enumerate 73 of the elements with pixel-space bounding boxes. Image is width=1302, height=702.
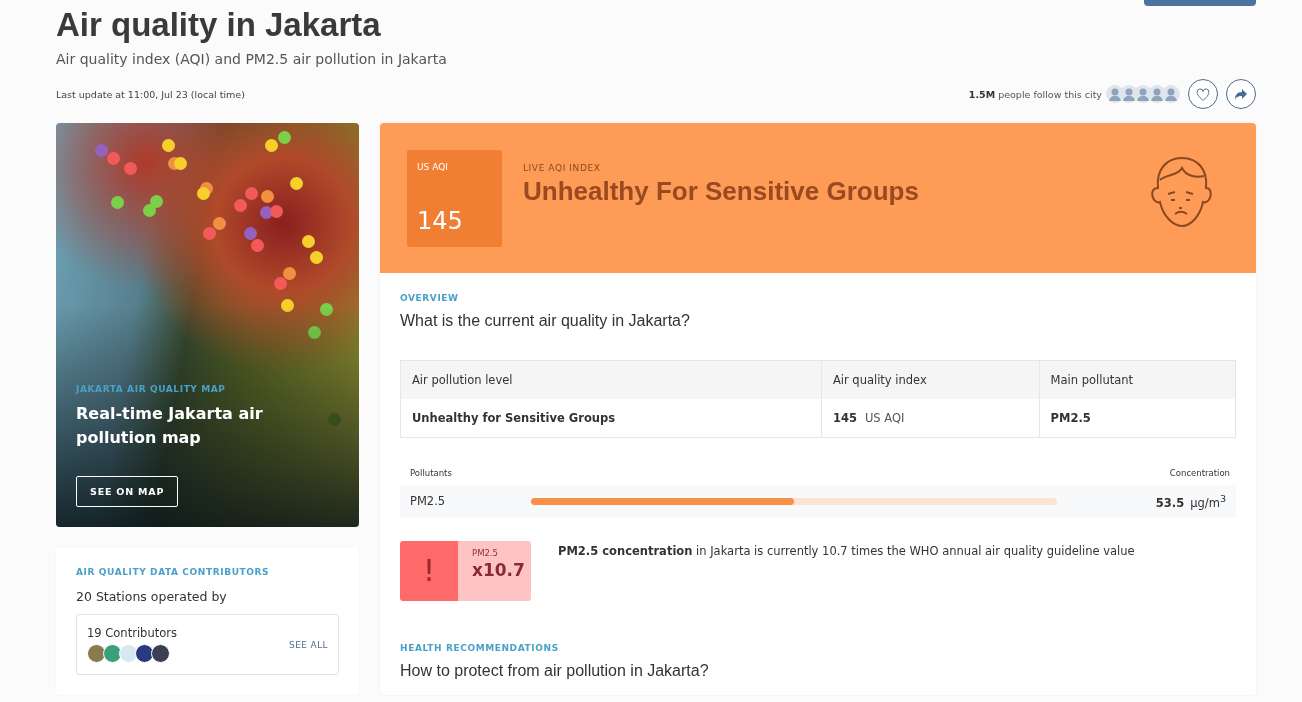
contributor-logo-icon bbox=[103, 644, 122, 663]
station-marker-icon bbox=[95, 144, 108, 157]
station-marker-icon bbox=[310, 251, 323, 264]
aqi-table-unit: US AQI bbox=[864, 411, 905, 425]
station-marker-icon bbox=[281, 299, 294, 312]
page-title: Air quality in Jakarta bbox=[56, 5, 381, 44]
station-marker-icon bbox=[111, 196, 124, 209]
overview-question: What is the current air quality in Jakarta? bbox=[400, 312, 691, 330]
station-marker-icon bbox=[174, 157, 187, 170]
map-eyebrow: JAKARTA AIR QUALITY MAP bbox=[76, 384, 227, 394]
health-eyebrow: HEALTH RECOMMENDATIONS bbox=[400, 642, 560, 653]
avatar-silhouette-icon bbox=[1162, 85, 1180, 103]
contributor-logo-icon bbox=[87, 644, 106, 663]
followers-text: 1.5M people follow this city bbox=[968, 88, 1102, 100]
see-on-map-button[interactable]: SEE ON MAP bbox=[76, 476, 179, 507]
station-marker-icon bbox=[328, 413, 341, 426]
heart-icon bbox=[1196, 87, 1210, 101]
who-comparison-text: PM2.5 concentration in Jakarta is currently 10.7 times the WHO annual air quality guideline value bbox=[558, 543, 1135, 560]
station-marker-icon bbox=[265, 139, 278, 152]
concentration-label: Concentration bbox=[1169, 468, 1230, 478]
station-marker-icon bbox=[213, 217, 226, 230]
warning-mark: ! bbox=[400, 540, 458, 601]
table-cell: PM2.5 bbox=[1039, 399, 1236, 438]
station-marker-icon bbox=[124, 162, 137, 175]
see-all-link[interactable]: SEE ALL bbox=[289, 639, 328, 650]
health-question: How to protect from air pollution in Jakarta? bbox=[400, 661, 710, 680]
page-subtitle: Air quality index (AQI) and PM2.5 air pollution in Jakarta bbox=[56, 51, 448, 67]
overview-eyebrow: OVERVIEW bbox=[400, 293, 460, 303]
station-marker-icon bbox=[203, 227, 216, 240]
station-marker-icon bbox=[245, 187, 258, 200]
aqi-value: 145 bbox=[417, 207, 464, 235]
station-marker-icon bbox=[278, 131, 291, 144]
station-marker-icon bbox=[251, 239, 264, 252]
concentration-value: 53.5 bbox=[1155, 495, 1185, 510]
station-marker-icon bbox=[270, 205, 283, 218]
pollutants-label: Pollutants bbox=[410, 468, 452, 478]
station-marker-icon bbox=[143, 204, 156, 217]
aqi-eyebrow: LIVE AQI INDEX bbox=[523, 163, 602, 173]
contributor-logo-icon bbox=[151, 644, 170, 663]
contributors-count: 19 Contributors bbox=[87, 626, 177, 640]
table-header: Air pollution level bbox=[400, 360, 822, 399]
contributor-logo-icon bbox=[135, 644, 154, 663]
station-marker-icon bbox=[234, 199, 247, 212]
station-marker-icon bbox=[261, 190, 274, 203]
pollutant-name: PM2.5 bbox=[410, 494, 447, 509]
who-multiple: x10.7 bbox=[472, 559, 526, 580]
station-marker-icon bbox=[244, 227, 257, 240]
station-marker-icon bbox=[260, 206, 273, 219]
aqi-level-name: Unhealthy For Sensitive Groups bbox=[523, 176, 920, 207]
concentration-unit: µg/m$^{3}$ bbox=[1190, 495, 1226, 510]
contributors-eyebrow: AIR QUALITY DATA CONTRIBUTORS bbox=[76, 567, 271, 577]
last-update-text: Last update at 11:00, Jul 23 (local time) bbox=[56, 88, 245, 100]
station-marker-icon bbox=[308, 326, 321, 339]
aqi-table-value: 145 bbox=[832, 411, 857, 425]
stations-text: 20 Stations operated by bbox=[76, 589, 228, 604]
station-marker-icon bbox=[320, 303, 333, 316]
map-title: Real-time Jakarta air pollution map bbox=[76, 403, 264, 449]
table-header: Main pollutant bbox=[1039, 360, 1236, 399]
contributor-logo-icon bbox=[119, 644, 138, 663]
share-button[interactable] bbox=[1226, 79, 1256, 109]
table-cell: Unhealthy for Sensitive Groups bbox=[400, 399, 822, 438]
station-marker-icon bbox=[302, 235, 315, 248]
station-marker-icon bbox=[274, 277, 287, 290]
favorite-button[interactable] bbox=[1188, 79, 1218, 109]
station-marker-icon bbox=[283, 267, 296, 280]
station-marker-icon bbox=[107, 152, 120, 165]
station-marker-icon bbox=[150, 195, 163, 208]
share-arrow-icon bbox=[1235, 88, 1247, 100]
who-pollutant-label: PM2.5 bbox=[472, 547, 499, 558]
aqi-badge-label: US AQI bbox=[417, 162, 449, 172]
station-marker-icon bbox=[290, 177, 303, 190]
station-marker-icon bbox=[162, 139, 175, 152]
table-header: Air quality index bbox=[821, 360, 1040, 399]
